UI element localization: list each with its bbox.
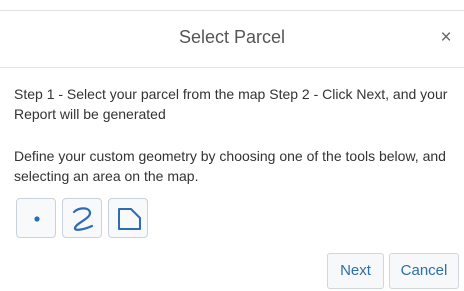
freehand-tool-button[interactable] xyxy=(62,198,102,238)
dialog-title: Select Parcel xyxy=(178,27,286,47)
close-icon[interactable]: × xyxy=(436,27,456,49)
geometry-instructions: Define your custom geometry by choosing … xyxy=(14,148,446,184)
point-tool-button[interactable] xyxy=(16,198,56,238)
steps-instructions: Step 1 - Select your parcel from the map… xyxy=(14,86,448,122)
select-parcel-dialog: Select Parcel × Step 1 - Select your par… xyxy=(0,0,464,291)
next-button[interactable]: Next xyxy=(327,253,384,289)
header-divider xyxy=(0,67,464,68)
dialog-header: Select Parcel × xyxy=(0,11,464,67)
cancel-button[interactable]: Cancel xyxy=(389,253,459,289)
point-icon xyxy=(34,216,40,222)
freehand-icon xyxy=(72,207,94,231)
polygon-tool-button[interactable] xyxy=(108,198,148,238)
polygon-icon xyxy=(118,208,141,230)
